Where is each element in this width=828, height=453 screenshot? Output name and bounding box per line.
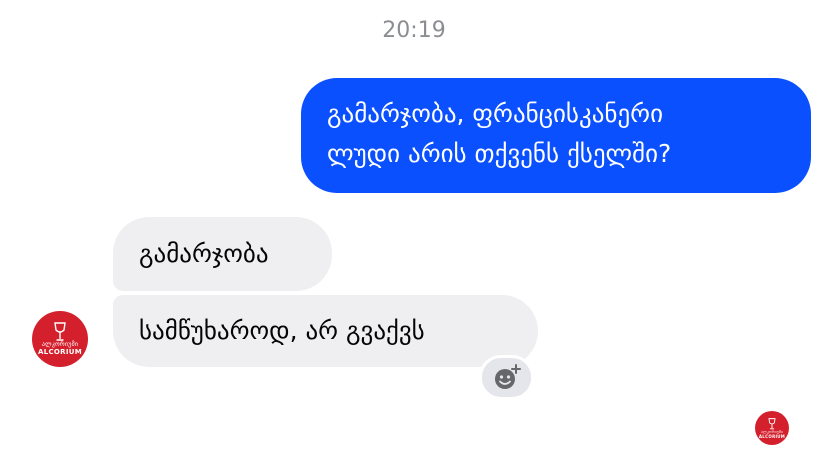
incoming-message-bubble[interactable]: გამარჯობა — [113, 217, 332, 291]
incoming-message-text: სამწუხაროდ, არ გვაქვს — [139, 316, 425, 345]
add-reaction-icon — [494, 363, 521, 389]
read-receipt-avatar: ალკორიუმი ALCORIUM — [755, 411, 789, 445]
message-timestamp: 20:19 — [382, 18, 446, 43]
incoming-message-bubble[interactable]: სამწუხაროდ, არ გვაქვს — [113, 295, 538, 367]
outgoing-message-bubble[interactable]: გამარჯობა, ფრანცისკანერი ლუდი არის თქვენ… — [301, 78, 811, 193]
wine-glass-logo-icon — [768, 417, 776, 429]
incoming-message-text: გამარჯობა — [139, 239, 269, 268]
avatar-brand-latin: ALCORIUM — [37, 348, 82, 356]
wine-glass-logo-icon — [54, 322, 66, 341]
outgoing-message-line-2: ლუდი არის თქვენს ქსელში? — [327, 139, 672, 168]
add-reaction-button[interactable] — [479, 355, 534, 400]
sender-avatar[interactable]: ალკორიუმი ALCORIUM — [32, 311, 88, 367]
outgoing-message-line-1: გამარჯობა, ფრანცისკანერი — [327, 99, 664, 128]
avatar-brand-latin: ALCORIUM — [758, 433, 786, 439]
